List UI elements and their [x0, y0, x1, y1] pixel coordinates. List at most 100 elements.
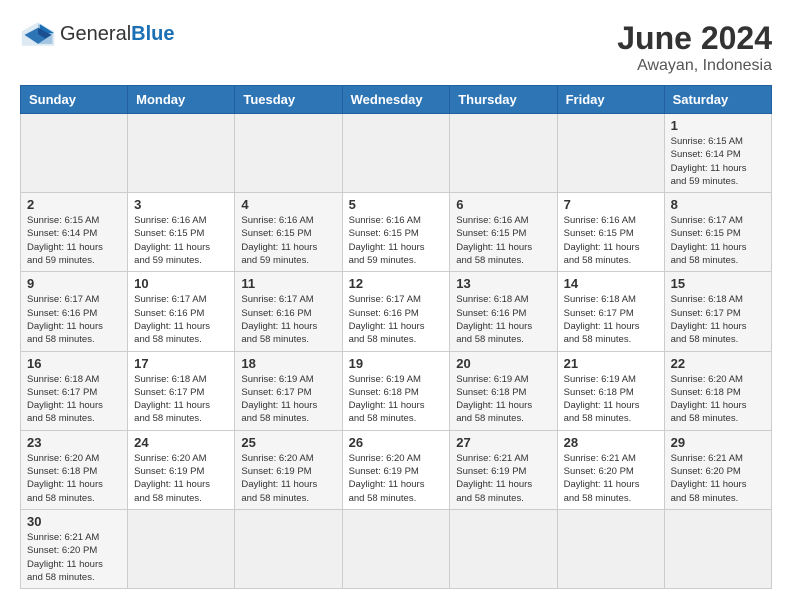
- day-info: Sunrise: 6:21 AM Sunset: 6:19 PM Dayligh…: [456, 452, 550, 505]
- day-number: 24: [134, 435, 228, 450]
- day-info: Sunrise: 6:19 AM Sunset: 6:18 PM Dayligh…: [456, 373, 550, 426]
- calendar-cell: 1 Sunrise: 6:15 AM Sunset: 6:14 PM Daylig…: [664, 114, 771, 193]
- day-info: Sunrise: 6:16 AM Sunset: 6:15 PM Dayligh…: [134, 214, 228, 267]
- day-number: 15: [671, 276, 765, 291]
- calendar-cell: 30Sunrise: 6:21 AM Sunset: 6:20 PM Dayli…: [21, 509, 128, 588]
- day-number: 9: [27, 276, 121, 291]
- calendar-cell: [128, 114, 235, 193]
- calendar-cell: [21, 114, 128, 193]
- calendar-week-4: 23 Sunrise: 6:20 AM Sunset: 6:18 PM Dayli…: [21, 430, 772, 509]
- logo-icon: [20, 20, 56, 48]
- day-info: Sunrise: 6:17 AM Sunset: 6:16 PM Dayligh…: [27, 293, 121, 346]
- day-info: Sunrise: 6:19 AM Sunset: 6:18 PM Dayligh…: [564, 373, 658, 426]
- calendar-week-0: 1 Sunrise: 6:15 AM Sunset: 6:14 PM Daylig…: [21, 114, 772, 193]
- day-number: 28: [564, 435, 658, 450]
- calendar-cell: 5Sunrise: 6:16 AM Sunset: 6:15 PM Daylig…: [342, 193, 450, 272]
- day-number: 21: [564, 356, 658, 371]
- calendar-cell: 16 Sunrise: 6:18 AM Sunset: 6:17 PM Dayli…: [21, 351, 128, 430]
- calendar-cell: 18 Sunrise: 6:19 AM Sunset: 6:17 PM Dayli…: [235, 351, 342, 430]
- day-number: 12: [349, 276, 444, 291]
- day-info: Sunrise: 6:15 AM Sunset: 6:14 PM Dayligh…: [671, 135, 765, 188]
- calendar-cell: [342, 114, 450, 193]
- header-sunday: Sunday: [21, 86, 128, 114]
- day-info: Sunrise: 6:18 AM Sunset: 6:17 PM Dayligh…: [134, 373, 228, 426]
- calendar-cell: 10 Sunrise: 6:17 AM Sunset: 6:16 PM Dayli…: [128, 272, 235, 351]
- header-saturday: Saturday: [664, 86, 771, 114]
- day-number: 13: [456, 276, 550, 291]
- day-number: 22: [671, 356, 765, 371]
- day-info: Sunrise: 6:17 AM Sunset: 6:16 PM Dayligh…: [349, 293, 444, 346]
- calendar-header-row: Sunday Monday Tuesday Wednesday Thursday…: [21, 86, 772, 114]
- calendar-cell: [450, 509, 557, 588]
- day-number: 3: [134, 197, 228, 212]
- day-number: 27: [456, 435, 550, 450]
- day-info: Sunrise: 6:18 AM Sunset: 6:17 PM Dayligh…: [671, 293, 765, 346]
- day-number: 14: [564, 276, 658, 291]
- calendar-cell: 3 Sunrise: 6:16 AM Sunset: 6:15 PM Daylig…: [128, 193, 235, 272]
- day-number: 2: [27, 197, 121, 212]
- calendar-week-3: 16 Sunrise: 6:18 AM Sunset: 6:17 PM Dayli…: [21, 351, 772, 430]
- calendar-cell: [557, 114, 664, 193]
- calendar-cell: 22Sunrise: 6:20 AM Sunset: 6:18 PM Dayli…: [664, 351, 771, 430]
- day-number: 23: [27, 435, 121, 450]
- calendar-cell: 19 Sunrise: 6:19 AM Sunset: 6:18 PM Dayli…: [342, 351, 450, 430]
- day-number: 26: [349, 435, 444, 450]
- month-year: June 2024: [617, 20, 772, 57]
- day-number: 7: [564, 197, 658, 212]
- calendar-cell: 4Sunrise: 6:16 AM Sunset: 6:15 PM Daylig…: [235, 193, 342, 272]
- day-info: Sunrise: 6:20 AM Sunset: 6:19 PM Dayligh…: [241, 452, 335, 505]
- day-number: 4: [241, 197, 335, 212]
- header-tuesday: Tuesday: [235, 86, 342, 114]
- logo: GeneralBlue: [20, 20, 175, 48]
- calendar-cell: 9 Sunrise: 6:17 AM Sunset: 6:16 PM Daylig…: [21, 272, 128, 351]
- day-info: Sunrise: 6:19 AM Sunset: 6:17 PM Dayligh…: [241, 373, 335, 426]
- day-info: Sunrise: 6:18 AM Sunset: 6:17 PM Dayligh…: [564, 293, 658, 346]
- day-info: Sunrise: 6:21 AM Sunset: 6:20 PM Dayligh…: [27, 531, 121, 584]
- day-number: 25: [241, 435, 335, 450]
- calendar-cell: 17 Sunrise: 6:18 AM Sunset: 6:17 PM Dayli…: [128, 351, 235, 430]
- calendar-table: Sunday Monday Tuesday Wednesday Thursday…: [20, 85, 772, 589]
- calendar-cell: [235, 114, 342, 193]
- calendar-cell: 29 Sunrise: 6:21 AM Sunset: 6:20 PM Dayli…: [664, 430, 771, 509]
- calendar-cell: 12 Sunrise: 6:17 AM Sunset: 6:16 PM Dayli…: [342, 272, 450, 351]
- day-number: 16: [27, 356, 121, 371]
- day-info: Sunrise: 6:18 AM Sunset: 6:17 PM Dayligh…: [27, 373, 121, 426]
- day-number: 19: [349, 356, 444, 371]
- day-info: Sunrise: 6:20 AM Sunset: 6:19 PM Dayligh…: [134, 452, 228, 505]
- day-number: 8: [671, 197, 765, 212]
- day-info: Sunrise: 6:16 AM Sunset: 6:15 PM Dayligh…: [456, 214, 550, 267]
- calendar-week-1: 2Sunrise: 6:15 AM Sunset: 6:14 PM Daylig…: [21, 193, 772, 272]
- day-number: 6: [456, 197, 550, 212]
- calendar-cell: 11Sunrise: 6:17 AM Sunset: 6:16 PM Dayli…: [235, 272, 342, 351]
- calendar-cell: 28Sunrise: 6:21 AM Sunset: 6:20 PM Dayli…: [557, 430, 664, 509]
- day-number: 1: [671, 118, 765, 133]
- calendar-cell: [664, 509, 771, 588]
- day-number: 11: [241, 276, 335, 291]
- calendar-cell: 20Sunrise: 6:19 AM Sunset: 6:18 PM Dayli…: [450, 351, 557, 430]
- day-number: 5: [349, 197, 444, 212]
- calendar-cell: 7 Sunrise: 6:16 AM Sunset: 6:15 PM Daylig…: [557, 193, 664, 272]
- calendar-cell: 27 Sunrise: 6:21 AM Sunset: 6:19 PM Dayli…: [450, 430, 557, 509]
- day-info: Sunrise: 6:18 AM Sunset: 6:16 PM Dayligh…: [456, 293, 550, 346]
- day-info: Sunrise: 6:17 AM Sunset: 6:16 PM Dayligh…: [134, 293, 228, 346]
- day-info: Sunrise: 6:19 AM Sunset: 6:18 PM Dayligh…: [349, 373, 444, 426]
- calendar-cell: 25 Sunrise: 6:20 AM Sunset: 6:19 PM Dayli…: [235, 430, 342, 509]
- logo-text: GeneralBlue: [60, 23, 175, 46]
- header-friday: Friday: [557, 86, 664, 114]
- day-info: Sunrise: 6:21 AM Sunset: 6:20 PM Dayligh…: [671, 452, 765, 505]
- day-info: Sunrise: 6:16 AM Sunset: 6:15 PM Dayligh…: [564, 214, 658, 267]
- calendar-cell: [128, 509, 235, 588]
- calendar-cell: 23 Sunrise: 6:20 AM Sunset: 6:18 PM Dayli…: [21, 430, 128, 509]
- calendar-cell: [450, 114, 557, 193]
- header-monday: Monday: [128, 86, 235, 114]
- calendar-cell: 21 Sunrise: 6:19 AM Sunset: 6:18 PM Dayli…: [557, 351, 664, 430]
- calendar-cell: 13 Sunrise: 6:18 AM Sunset: 6:16 PM Dayli…: [450, 272, 557, 351]
- day-number: 17: [134, 356, 228, 371]
- calendar-cell: 2Sunrise: 6:15 AM Sunset: 6:14 PM Daylig…: [21, 193, 128, 272]
- page-header: GeneralBlue June 2024 Awayan, Indonesia: [20, 20, 772, 75]
- day-number: 10: [134, 276, 228, 291]
- calendar-cell: 26Sunrise: 6:20 AM Sunset: 6:19 PM Dayli…: [342, 430, 450, 509]
- day-number: 18: [241, 356, 335, 371]
- day-number: 29: [671, 435, 765, 450]
- day-info: Sunrise: 6:20 AM Sunset: 6:18 PM Dayligh…: [27, 452, 121, 505]
